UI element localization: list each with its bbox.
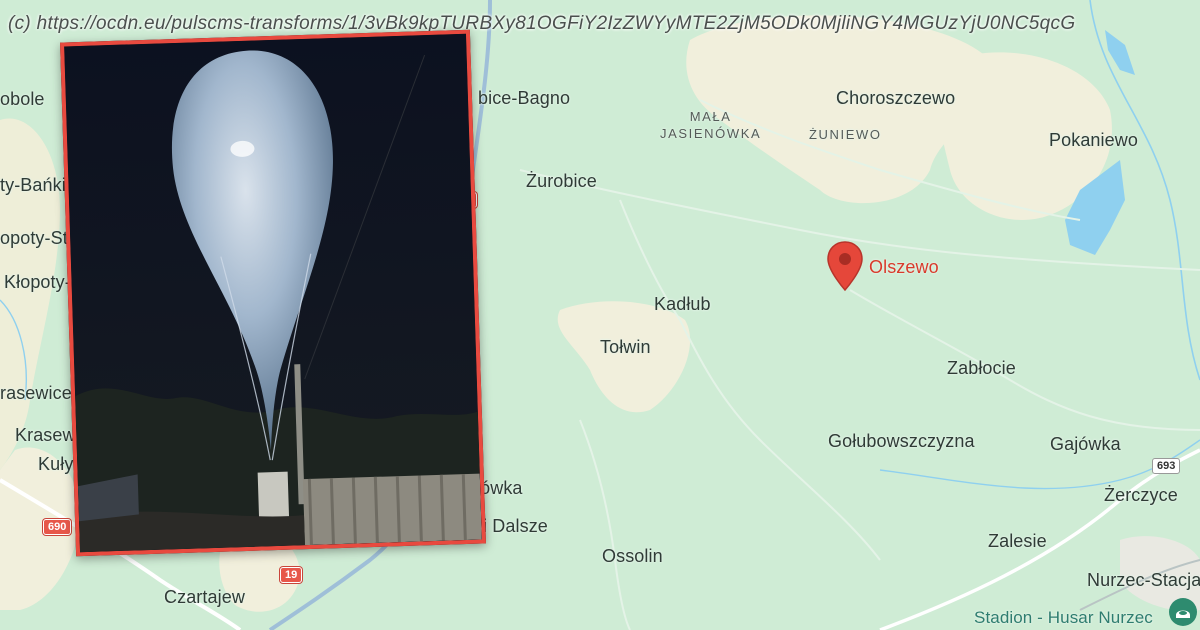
place-label[interactable]: Gołubowszczyzna: [828, 431, 975, 452]
balloon-photo-inset: [60, 29, 486, 557]
place-label[interactable]: Żurobice: [526, 171, 597, 192]
place-label[interactable]: Żerczyce: [1104, 485, 1178, 506]
source-url-watermark: (c) https://ocdn.eu/pulscms-transforms/1…: [8, 13, 1076, 34]
place-label[interactable]: ty-Bańki: [0, 175, 66, 196]
place-label[interactable]: obole: [0, 89, 45, 110]
place-label[interactable]: Czartajew: [164, 587, 245, 608]
locality-label[interactable]: ŻUNIEWO: [809, 126, 882, 143]
place-label[interactable]: bice-Bagno: [478, 88, 570, 109]
fence: [302, 473, 482, 546]
marker-label[interactable]: Olszewo: [869, 257, 939, 278]
place-label[interactable]: Zabłocie: [947, 358, 1016, 379]
locality-label-line: JASIENÓWKA: [660, 126, 762, 141]
place-label[interactable]: Gajówka: [1050, 434, 1121, 455]
stadium-icon[interactable]: [1168, 597, 1198, 627]
place-label[interactable]: Nurzec-Stacja: [1087, 570, 1200, 591]
road-shield: 19: [280, 567, 303, 583]
place-label[interactable]: Choroszczewo: [836, 88, 955, 109]
place-label[interactable]: Zalesie: [988, 531, 1047, 552]
place-label[interactable]: Kadłub: [654, 294, 711, 315]
road-shield: 690: [43, 519, 72, 535]
place-label[interactable]: Pokaniewo: [1049, 130, 1138, 151]
poi-label[interactable]: Stadion - Husar Nurzec: [974, 608, 1153, 628]
locality-label[interactable]: MAŁA JASIENÓWKA: [660, 108, 761, 142]
locality-label-line: MAŁA: [689, 109, 732, 124]
place-label[interactable]: Ossolin: [602, 546, 663, 567]
place-label[interactable]: Tołwin: [600, 337, 651, 358]
balloon-photo: [64, 33, 482, 553]
road-shield: 693: [1152, 458, 1181, 474]
map-pin-icon[interactable]: [826, 240, 864, 292]
